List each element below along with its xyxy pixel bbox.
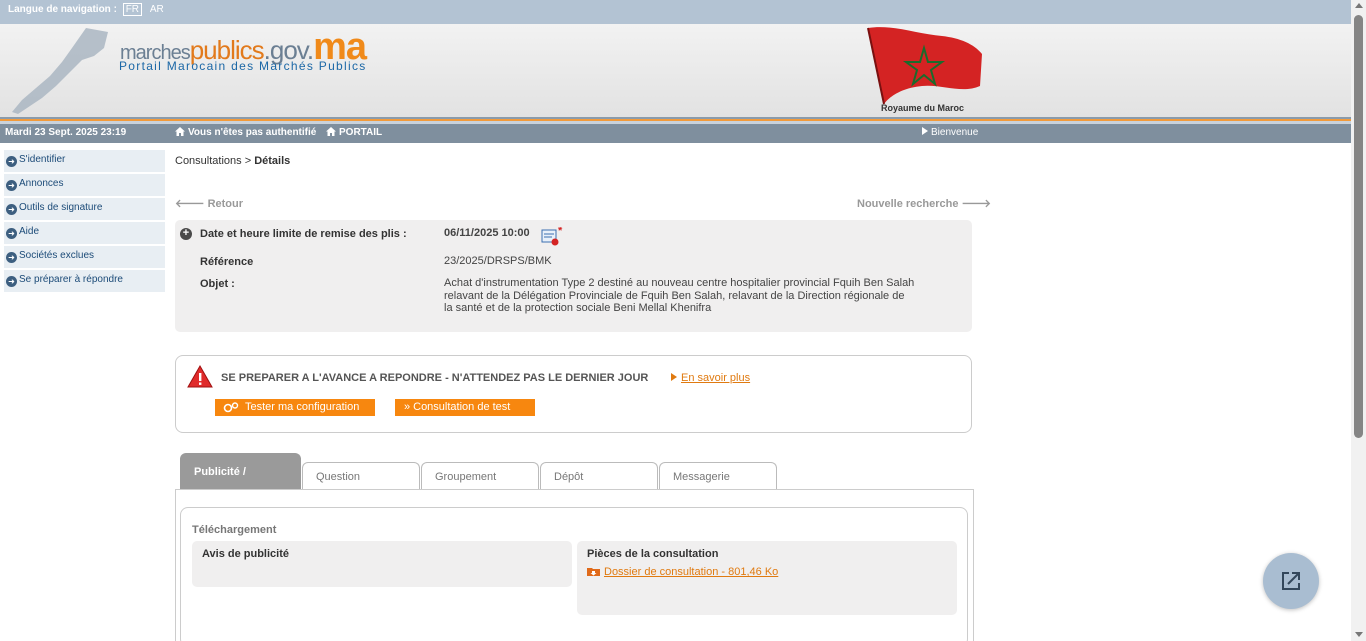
portail-link-text: PORTAIL: [339, 127, 383, 138]
back-link-text: Retour: [207, 198, 244, 210]
test-consultation-button[interactable]: » Consultation de test: [395, 399, 535, 416]
learn-more-link[interactable]: En savoir plus: [671, 372, 750, 384]
avis-publicite-box: Avis de publicité: [192, 541, 572, 587]
tab-depot[interactable]: Dépôt: [540, 462, 658, 490]
floating-share-button[interactable]: [1263, 553, 1319, 609]
dossier-download-link[interactable]: Dossier de consultation - 801,46 Ko: [587, 566, 778, 578]
dossier-link-text: Dossier de consultation - 801,46 Ko: [604, 566, 779, 578]
lang-ar-link[interactable]: AR: [148, 4, 166, 15]
arrow-left-icon: 🡐: [175, 198, 208, 210]
language-label: Langue de navigation :: [8, 4, 117, 15]
portal-subtitle: Portail Marocain des Marchés Publics: [119, 59, 367, 73]
arrow-circle-icon: ➜: [6, 228, 17, 239]
current-date: Mardi 23 Sept. 2025 23:19: [5, 127, 127, 138]
breadcrumb-current: Détails: [254, 155, 291, 167]
lang-fr-link[interactable]: FR: [122, 3, 143, 16]
auth-status: Vous n'êtes pas authentifié: [175, 127, 316, 138]
tab-publicite[interactable]: Publicité /: [180, 453, 301, 490]
external-open-icon: [1282, 572, 1300, 590]
certificate-icon[interactable]: *: [541, 227, 563, 247]
breadcrumb: Consultations > Détails: [175, 155, 290, 167]
home-icon: [175, 127, 185, 136]
objet-line: Achat d'instrumentation Type 2 destiné a…: [444, 277, 915, 289]
morocco-map-logo: [12, 28, 108, 114]
status-navbar: Mardi 23 Sept. 2025 23:19 Vous n'êtes pa…: [0, 124, 1351, 143]
menu-item-se-preparer[interactable]: ➜ Se préparer à répondre: [4, 270, 165, 292]
reference-value: 23/2025/DRSPS/BMK: [444, 255, 552, 267]
warning-icon: [187, 365, 213, 388]
menu-item-societes-exclues[interactable]: ➜ Sociétés exclues: [4, 246, 165, 268]
pieces-consultation-box: Pièces de la consultation Dossier de con…: [577, 541, 957, 615]
reference-label: Référence: [200, 256, 254, 268]
consultation-details: + Date et heure limite de remise des pli…: [175, 220, 972, 332]
deadline-label: Date et heure limite de remise des plis …: [200, 228, 407, 240]
objet-line: la santé et de la protection sociale Ben…: [444, 302, 712, 314]
learn-more-text: En savoir plus: [681, 372, 751, 384]
arrow-circle-icon: ➜: [6, 204, 17, 215]
back-link[interactable]: 🡐 Retour: [175, 196, 243, 210]
language-bar: Langue de navigation : FR AR: [0, 0, 1351, 24]
expand-plus-icon[interactable]: +: [180, 228, 192, 240]
menu-item-label: Outils de signature: [19, 202, 103, 213]
arrow-right-icon: 🡒: [958, 198, 992, 210]
objet-line: relavant de la Délégation Provinciale de…: [444, 290, 905, 302]
objet-label: Objet :: [200, 278, 235, 290]
deadline-value: 06/11/2025 10:00: [444, 227, 530, 239]
arrow-circle-icon: ➜: [6, 276, 17, 287]
caret-right-icon: [922, 127, 928, 135]
arrow-circle-icon: ➜: [6, 180, 17, 191]
menu-item-label: Aide: [19, 226, 40, 237]
tab-messagerie[interactable]: Messagerie: [659, 462, 777, 490]
new-search-text: Nouvelle recherche: [857, 198, 959, 210]
download-title: Téléchargement: [192, 524, 277, 536]
morocco-flag-icon: [867, 27, 982, 105]
prepare-title: SE PREPARER A L'AVANCE A REPONDRE - N'AT…: [221, 372, 649, 384]
scrollbar-thumb[interactable]: [1354, 15, 1363, 438]
left-menu: ➜ S'identifier ➜ Annonces ➜ Outils de signa…: [4, 150, 165, 294]
welcome-link[interactable]: Bienvenue: [922, 127, 978, 138]
menu-item-outils-signature[interactable]: ➜ Outils de signature: [4, 198, 165, 220]
prepare-alert: SE PREPARER A L'AVANCE A REPONDRE - N'AT…: [175, 355, 972, 433]
portail-link[interactable]: PORTAIL: [326, 127, 382, 138]
auth-status-text: Vous n'êtes pas authentifié: [188, 127, 317, 138]
home-icon: [326, 127, 336, 136]
gears-icon: [223, 402, 239, 413]
breadcrumb-consultations[interactable]: Consultations >: [175, 155, 254, 167]
kingdom-label: Royaume du Maroc: [881, 103, 965, 113]
menu-item-aide[interactable]: ➜ Aide: [4, 222, 165, 244]
caret-right-icon: [671, 373, 677, 381]
tab-groupement[interactable]: Groupement: [421, 462, 539, 490]
welcome-text: Bienvenue: [931, 127, 979, 138]
menu-item-label: Annonces: [19, 178, 64, 189]
arrow-circle-icon: ➜: [6, 156, 17, 167]
tab-question[interactable]: Question: [302, 462, 420, 490]
site-banner: marchespublics.gov.ma Portail Marocain d…: [0, 24, 1351, 117]
test-config-label: Tester ma configuration: [245, 401, 360, 413]
arrow-circle-icon: ➜: [6, 252, 17, 263]
svg-text:*: *: [558, 227, 563, 237]
menu-item-annonces[interactable]: ➜ Annonces: [4, 174, 165, 196]
scroll-up-arrow-icon[interactable]: [1355, 3, 1363, 8]
folder-download-icon: [587, 568, 600, 576]
new-search-link[interactable]: Nouvelle recherche 🡒: [857, 196, 991, 210]
menu-item-label: S'identifier: [19, 154, 66, 165]
menu-item-label: Se préparer à répondre: [19, 274, 123, 285]
menu-item-identifier[interactable]: ➜ S'identifier: [4, 150, 165, 172]
menu-item-label: Sociétés exclues: [19, 250, 95, 261]
page-scrollbar[interactable]: [1351, 0, 1366, 641]
test-consultation-label: Consultation de test: [413, 401, 511, 413]
double-chevron-icon: »: [404, 401, 411, 413]
pieces-consultation-title: Pièces de la consultation: [587, 548, 719, 560]
test-config-button[interactable]: Tester ma configuration: [215, 399, 375, 416]
scroll-down-arrow-icon[interactable]: [1355, 632, 1363, 637]
avis-publicite-title: Avis de publicité: [202, 548, 290, 560]
